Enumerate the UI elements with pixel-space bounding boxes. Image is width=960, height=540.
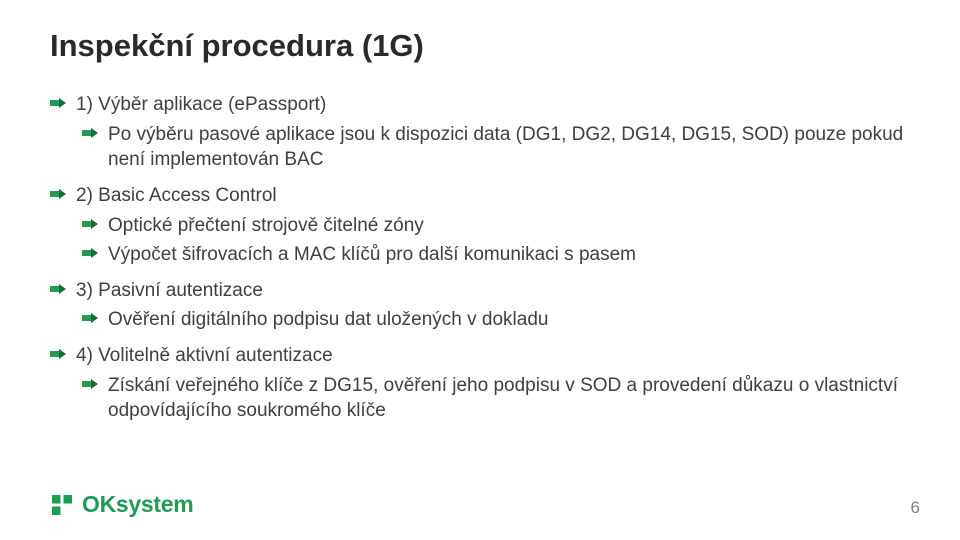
brand-name: OKsystem (82, 491, 193, 518)
brand-logo-icon (50, 493, 74, 517)
list-item-l2: Výpočet šifrovacích a MAC klíčů pro dalš… (50, 242, 910, 268)
page-number: 6 (911, 498, 920, 518)
arrow-bullet-icon (82, 313, 98, 339)
list-item-text: Optické přečtení strojově čitelné zóny (108, 213, 910, 239)
arrow-bullet-icon (82, 128, 98, 179)
list-item-text: Získání veřejného klíče z DG15, ověření … (108, 373, 910, 424)
list-item-l1: 4) Volitelně aktivní autentizace (50, 343, 910, 369)
list-item-text: 3) Pasivní autentizace (76, 278, 910, 304)
footer-brand: OKsystem (50, 491, 193, 518)
content-list: 1) Výběr aplikace (ePassport) Po výběru p… (50, 92, 910, 424)
slide: Inspekční procedura (1G) 1) Výběr aplika… (0, 0, 960, 540)
list-item-l2: Ověření digitálního podpisu dat uloženýc… (50, 307, 910, 333)
arrow-bullet-icon (82, 379, 98, 430)
arrow-bullet-icon (50, 98, 66, 124)
list-item-text: Ověření digitálního podpisu dat uloženýc… (108, 307, 910, 333)
list-item-text: 1) Výběr aplikace (ePassport) (76, 92, 910, 118)
list-item-text: Výpočet šifrovacích a MAC klíčů pro dalš… (108, 242, 910, 268)
arrow-bullet-icon (50, 284, 66, 310)
list-item-l2: Optické přečtení strojově čitelné zóny (50, 213, 910, 239)
list-item-text: 4) Volitelně aktivní autentizace (76, 343, 910, 369)
list-item-text: 2) Basic Access Control (76, 183, 910, 209)
list-item-text: Po výběru pasové aplikace jsou k dispozi… (108, 122, 910, 173)
list-item-l2: Po výběru pasové aplikace jsou k dispozi… (50, 122, 910, 173)
arrow-bullet-icon (82, 219, 98, 245)
list-item-l2: Získání veřejného klíče z DG15, ověření … (50, 373, 910, 424)
arrow-bullet-icon (82, 248, 98, 274)
list-item-l1: 2) Basic Access Control (50, 183, 910, 209)
slide-title: Inspekční procedura (1G) (50, 28, 910, 64)
arrow-bullet-icon (50, 349, 66, 375)
list-item-l1: 1) Výběr aplikace (ePassport) (50, 92, 910, 118)
list-item-l1: 3) Pasivní autentizace (50, 278, 910, 304)
arrow-bullet-icon (50, 189, 66, 215)
